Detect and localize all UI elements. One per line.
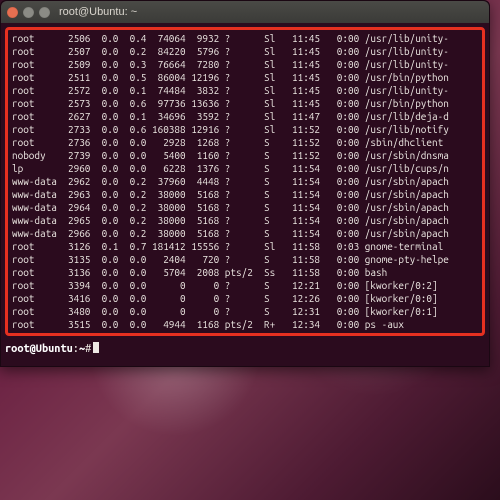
close-icon[interactable] (7, 7, 18, 18)
titlebar[interactable]: root@Ubuntu: ~ (1, 1, 489, 23)
maximize-icon[interactable] (39, 7, 50, 18)
terminal-window[interactable]: root@Ubuntu: ~ root 2506 0.0 0.4 74064 9… (0, 0, 490, 367)
terminal-body[interactable]: root 2506 0.0 0.4 74064 9932 ? Sl 11:45 … (5, 27, 485, 362)
cursor-icon (93, 342, 99, 353)
window-title: root@Ubuntu: ~ (59, 6, 137, 18)
ps-output-highlight: root 2506 0.0 0.4 74064 9932 ? Sl 11:45 … (5, 27, 485, 336)
minimize-icon[interactable] (23, 7, 34, 18)
ps-output: root 2506 0.0 0.4 74064 9932 ? Sl 11:45 … (12, 32, 480, 331)
shell-prompt[interactable]: root@Ubuntu:~# (5, 342, 485, 355)
prompt-user-host: root@Ubuntu (5, 343, 73, 355)
